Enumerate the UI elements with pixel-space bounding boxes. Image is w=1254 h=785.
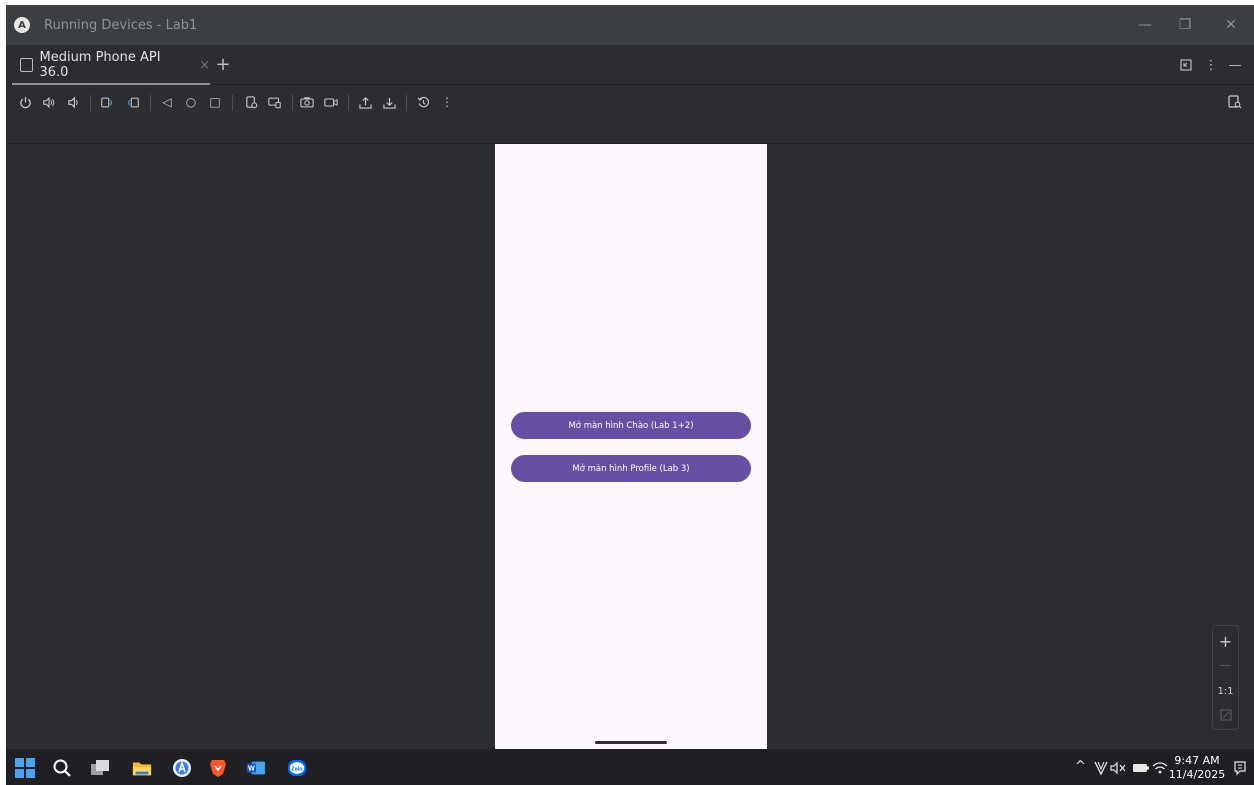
notification-center-icon[interactable] [1230, 758, 1250, 778]
add-device-button[interactable]: + [212, 53, 234, 75]
toolbar-separator [406, 95, 407, 111]
title-bar: A Running Devices - Lab1 — ❐ ✕ [6, 5, 1254, 45]
start-icon[interactable] [15, 758, 35, 778]
gesture-home-bar[interactable] [595, 741, 667, 744]
volume-down-icon[interactable] [64, 93, 82, 111]
brave-icon[interactable] [208, 758, 228, 778]
toolbar-separator [90, 95, 91, 111]
tray-vpn-icon[interactable] [1091, 758, 1111, 778]
emulator-toolbar: ◁ ○ □ ⋮ [6, 86, 1254, 120]
more-options-icon[interactable]: ⋮ [1201, 55, 1221, 75]
phone-screen[interactable]: Mở màn hình Chào (Lab 1+2) Mở màn hình P… [495, 144, 767, 749]
reset-icon[interactable] [414, 93, 432, 111]
tab-label: Medium Phone API 36.0 [39, 50, 161, 80]
zoom-fit-icon[interactable] [1213, 704, 1238, 726]
upload-icon[interactable] [356, 93, 374, 111]
back-icon[interactable]: ◁ [158, 93, 176, 111]
task-view-icon[interactable] [90, 758, 110, 778]
toolbar-separator [292, 95, 293, 111]
device-tab-row: Medium Phone API 36.0 × + ⋮ — [6, 45, 1254, 85]
rotate-right-icon[interactable] [124, 93, 142, 111]
window-title: Running Devices - Lab1 [44, 17, 198, 33]
android-studio-logo-icon: A [14, 17, 30, 33]
file-explorer-icon[interactable] [132, 758, 152, 778]
toolbar-separator [150, 95, 151, 111]
volume-up-icon[interactable] [40, 93, 58, 111]
word-letter: W [248, 764, 255, 773]
clock-time: 9:47 AM [1174, 754, 1220, 767]
zoom-in-button[interactable]: + [1213, 630, 1238, 652]
rotate-left-icon[interactable] [98, 93, 116, 111]
zoom-out-button[interactable]: — [1213, 654, 1238, 676]
device-icon [20, 58, 34, 72]
device-mirroring-icon[interactable] [266, 93, 284, 111]
active-tab-indicator [12, 83, 210, 85]
close-window-button[interactable]: ✕ [1218, 13, 1244, 37]
hide-panel-icon[interactable]: — [1225, 55, 1245, 75]
download-icon[interactable] [380, 93, 398, 111]
minimize-button[interactable]: — [1132, 13, 1158, 37]
home-icon[interactable]: ○ [182, 93, 200, 111]
windows-taskbar: W Zalo ^ 9:47 AM 11/4/2025 [6, 749, 1254, 785]
screen-record-icon[interactable] [322, 93, 340, 111]
screenshot-icon[interactable] [298, 93, 316, 111]
zalo-icon[interactable]: Zalo [287, 758, 307, 778]
zoom-controls: + — 1:1 [1212, 625, 1239, 730]
tray-chevron-icon[interactable]: ^ [1075, 759, 1086, 774]
zoom-actual-size-button[interactable]: 1:1 [1213, 680, 1238, 702]
system-clock[interactable]: 9:47 AM 11/4/2025 [1166, 754, 1228, 782]
zalo-letter: Zalo [291, 766, 303, 772]
search-icon[interactable] [52, 758, 72, 778]
window-options-icon[interactable] [1176, 55, 1196, 75]
clock-date: 11/4/2025 [1168, 768, 1226, 781]
device-snapshot-icon[interactable] [242, 93, 260, 111]
tab-medium-phone[interactable]: Medium Phone API 36.0 × [12, 45, 210, 85]
power-icon[interactable] [16, 93, 34, 111]
word-icon[interactable]: W [246, 758, 266, 778]
device-inspect-icon[interactable] [1226, 93, 1244, 111]
tab-close-icon[interactable]: × [199, 58, 210, 73]
open-profile-screen-button[interactable]: Mở màn hình Profile (Lab 3) [511, 455, 751, 482]
overview-icon[interactable]: □ [206, 93, 224, 111]
toolbar-separator [348, 95, 349, 111]
more-actions-icon[interactable]: ⋮ [438, 93, 456, 111]
android-studio-icon[interactable] [172, 758, 192, 778]
toolbar-separator [232, 95, 233, 111]
restore-button[interactable]: ❐ [1172, 13, 1198, 37]
tray-battery-icon[interactable] [1131, 758, 1151, 778]
tray-volume-muted-icon[interactable] [1109, 758, 1129, 778]
running-devices-window: A Running Devices - Lab1 — ❐ ✕ Medium Ph… [6, 5, 1254, 785]
open-greeting-screen-button[interactable]: Mở màn hình Chào (Lab 1+2) [511, 412, 751, 439]
